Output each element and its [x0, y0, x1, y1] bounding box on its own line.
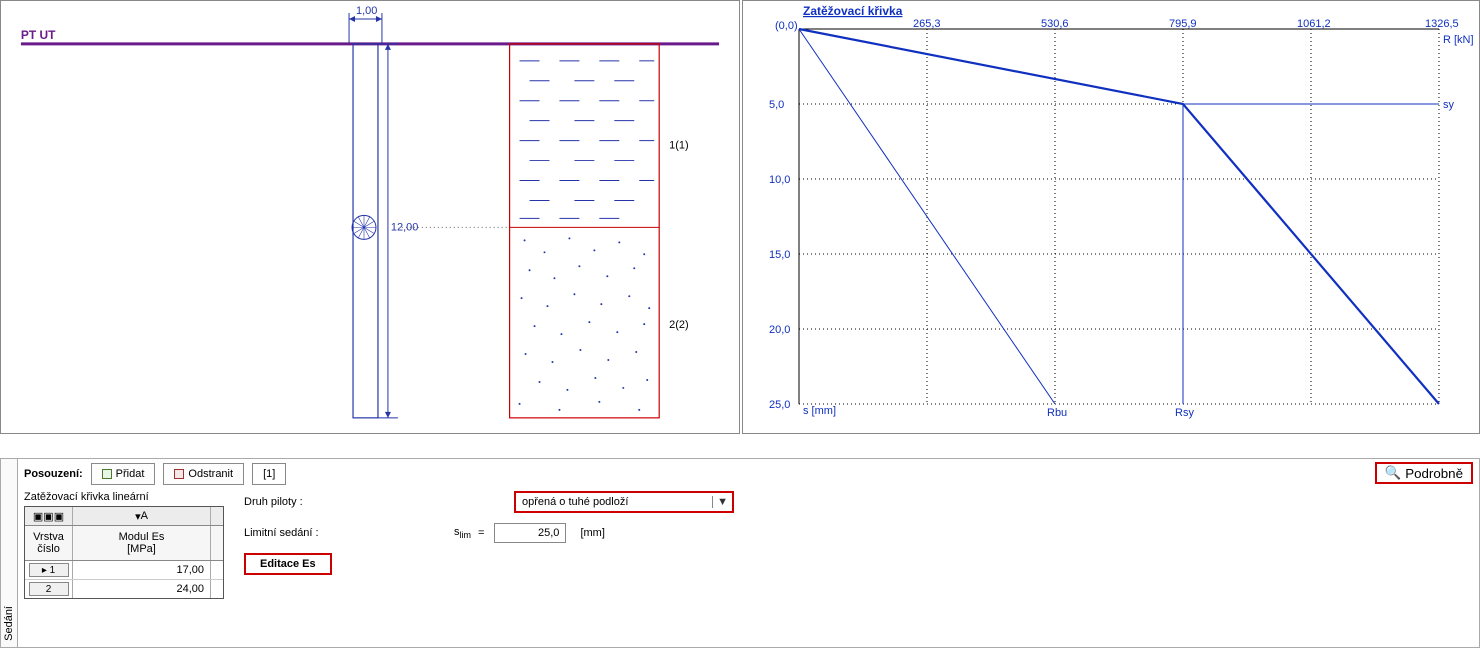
x-axis-label: R [kN] — [1443, 34, 1474, 46]
section-label: Posouzení: — [24, 468, 83, 480]
chevron-down-icon: ▼ — [712, 496, 728, 508]
grid-title: Zatěžovací křivka lineární — [24, 491, 224, 503]
svg-text:1326,5: 1326,5 — [1425, 18, 1459, 30]
y-axis-label: s [mm] — [803, 405, 836, 417]
col-modul: Modul Es — [119, 531, 165, 543]
detail-button[interactable]: 🔍 Podrobně — [1375, 462, 1473, 484]
svg-text:15,0: 15,0 — [769, 249, 790, 261]
svg-text:25,0: 25,0 — [769, 399, 790, 411]
detail-icon: 🔍 — [1385, 465, 1402, 481]
chart-title: Zatěžovací křivka — [803, 4, 903, 18]
layer1-label: 1(1) — [669, 140, 688, 152]
limit-settlement-label: Limitní sedání : — [244, 527, 444, 539]
svg-text:20,0: 20,0 — [769, 324, 790, 336]
sy-label: sy — [1443, 99, 1455, 111]
table-row[interactable]: ▸ 117,00 — [25, 561, 223, 579]
svg-text:795,9: 795,9 — [1169, 18, 1197, 30]
svg-text:5,0: 5,0 — [769, 99, 784, 111]
toolbar: Posouzení: Přidat Odstranit [1] — [24, 463, 1473, 485]
minus-icon — [174, 469, 184, 479]
svg-text:10,0: 10,0 — [769, 174, 790, 186]
grid-col-drop[interactable]: ▾ A — [73, 507, 211, 525]
rbu-label: Rbu — [1047, 407, 1067, 419]
ptut-label: PT UT — [21, 28, 56, 42]
svg-text:1061,2: 1061,2 — [1297, 18, 1331, 30]
table-row[interactable]: 224,00 — [25, 579, 223, 598]
geometry-svg: PT UT 1,00 12,00 — [1, 1, 739, 434]
geometry-pane: PT UT 1,00 12,00 — [0, 0, 740, 434]
dim-width: 1,00 — [356, 5, 377, 17]
pile-type-select[interactable]: opřená o tuhé podloží ▼ — [514, 491, 734, 513]
col-vrstva: Vrstva — [33, 531, 64, 543]
load-curve-svg: Zatěžovací křivka (0,0) 265,3 530,6 795,9 1… — [743, 1, 1479, 435]
rsy-label: Rsy — [1175, 407, 1194, 419]
load-curve-pane: Zatěžovací křivka (0,0) 265,3 530,6 795,9 1… — [742, 0, 1480, 434]
pile-type-label: Druh piloty : — [244, 496, 444, 508]
plus-icon — [102, 469, 112, 479]
side-tab-settlement[interactable]: Sedání — [0, 458, 18, 648]
es-grid: Zatěžovací křivka lineární ▣▣▣ ▾ A Vrstv… — [24, 491, 224, 599]
svg-text:(0,0): (0,0) — [775, 20, 798, 32]
edit-es-button[interactable]: Editace Es — [244, 553, 332, 575]
grid-corner[interactable]: ▣▣▣ — [25, 507, 73, 525]
svg-text:530,6: 530,6 — [1041, 18, 1069, 30]
layer2-label: 2(2) — [669, 319, 688, 331]
svg-text:265,3: 265,3 — [913, 18, 941, 30]
add-button[interactable]: Přidat — [91, 463, 156, 485]
slim-input[interactable]: 25,0 — [494, 523, 566, 543]
bottom-panel: Posouzení: Přidat Odstranit [1] 🔍 Podrob… — [18, 458, 1480, 648]
form: Druh piloty : opřená o tuhé podloží ▼ Li… — [244, 491, 734, 599]
remove-button[interactable]: Odstranit — [163, 463, 244, 485]
page-indicator[interactable]: [1] — [252, 463, 286, 485]
